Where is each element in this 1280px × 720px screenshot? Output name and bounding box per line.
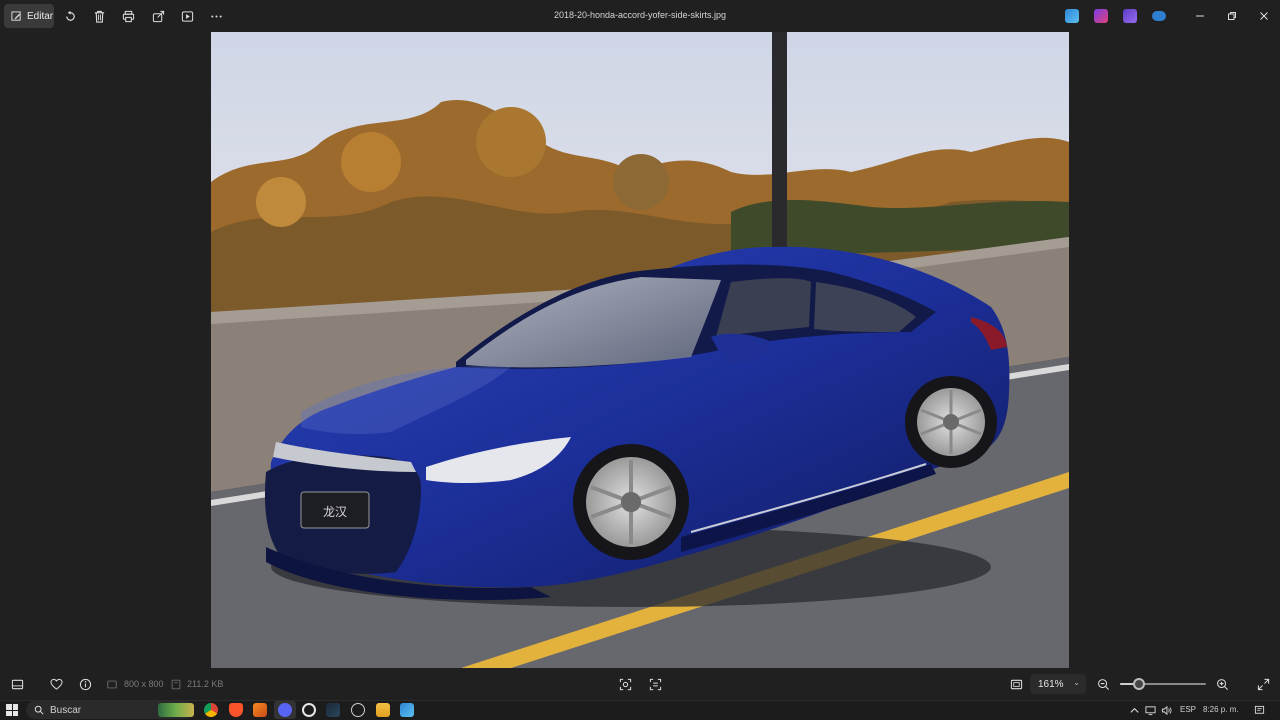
notification-icon[interactable] — [1252, 703, 1266, 717]
restore-icon — [1228, 12, 1236, 20]
edit-icon — [11, 10, 21, 21]
delete-icon[interactable] — [91, 8, 107, 24]
brave-icon[interactable] — [229, 703, 243, 717]
fit-to-window-icon[interactable] — [1008, 676, 1024, 692]
filmstrip-icon[interactable] — [9, 676, 25, 692]
zoom-in-icon[interactable] — [1214, 676, 1230, 692]
steam-icon[interactable] — [326, 703, 340, 717]
search-icon — [34, 705, 44, 715]
rotate-icon[interactable] — [62, 8, 78, 24]
close-icon — [1260, 12, 1268, 20]
app-orange-icon[interactable] — [253, 703, 267, 717]
favorite-heart-icon[interactable] — [48, 676, 64, 692]
file-name-title: 2018-20-honda-accord-yofer-side-skirts.j… — [553, 10, 727, 20]
onedrive-icon[interactable] — [1152, 11, 1166, 21]
volume-icon[interactable] — [1159, 703, 1173, 717]
input-language[interactable]: ESP — [1180, 705, 1196, 714]
dimensions-icon — [106, 676, 118, 692]
system-clock[interactable]: 8:26 p. m. — [1203, 705, 1239, 714]
file-size-icon — [170, 676, 182, 692]
zoom-slider-thumb[interactable] — [1132, 678, 1145, 690]
designer-icon[interactable] — [1123, 9, 1137, 23]
image-dimensions: 800 x 800 — [124, 679, 164, 689]
scan-text-icon[interactable] — [647, 676, 663, 692]
windows-start-icon[interactable] — [6, 704, 18, 716]
rear-wheel — [905, 376, 997, 468]
slideshow-icon[interactable] — [179, 8, 195, 24]
visual-search-icon[interactable] — [617, 676, 633, 692]
photo-viewer-image[interactable]: 龙汉 — [211, 32, 1069, 668]
app-gear-icon[interactable] — [351, 703, 365, 717]
front-side-window — [716, 278, 811, 337]
chrome-icon[interactable] — [204, 703, 218, 717]
maximize-button[interactable] — [1224, 8, 1240, 24]
front-wheel — [573, 444, 689, 560]
search-placeholder: Buscar — [50, 704, 82, 716]
file-info-icon[interactable] — [77, 676, 93, 692]
close-button[interactable] — [1256, 8, 1272, 24]
network-icon[interactable] — [1143, 703, 1157, 717]
search-highlight-image — [158, 703, 194, 717]
photos-taskbar-icon[interactable] — [400, 703, 414, 717]
print-icon[interactable] — [120, 8, 136, 24]
clipchamp-icon[interactable] — [1094, 9, 1108, 23]
expand-fullscreen-icon[interactable] — [1255, 676, 1271, 692]
chevron-down-icon: ⌄ — [1073, 678, 1080, 687]
file-explorer-icon[interactable] — [376, 703, 390, 717]
zoom-level-dropdown[interactable]: 161% ⌄ — [1030, 674, 1086, 694]
minimize-icon — [1196, 15, 1204, 17]
zoom-level-value: 161% — [1038, 678, 1064, 690]
zoom-out-icon[interactable] — [1095, 676, 1111, 692]
edit-button-label: Editar — [27, 10, 54, 22]
lamp-pole — [772, 32, 787, 257]
share-icon[interactable] — [150, 8, 166, 24]
car-photo: 龙汉 — [211, 32, 1069, 668]
discord-icon[interactable] — [278, 703, 292, 717]
minimize-button[interactable] — [1192, 8, 1208, 24]
more-icon[interactable] — [208, 8, 224, 24]
plate-text: 龙汉 — [323, 505, 347, 519]
chevron-up-icon[interactable] — [1127, 703, 1141, 717]
photos-app-icon[interactable] — [1065, 9, 1079, 23]
file-size: 211.2 KB — [187, 679, 224, 689]
edit-button[interactable]: Editar — [4, 4, 54, 28]
app-circle-icon[interactable] — [302, 703, 316, 717]
